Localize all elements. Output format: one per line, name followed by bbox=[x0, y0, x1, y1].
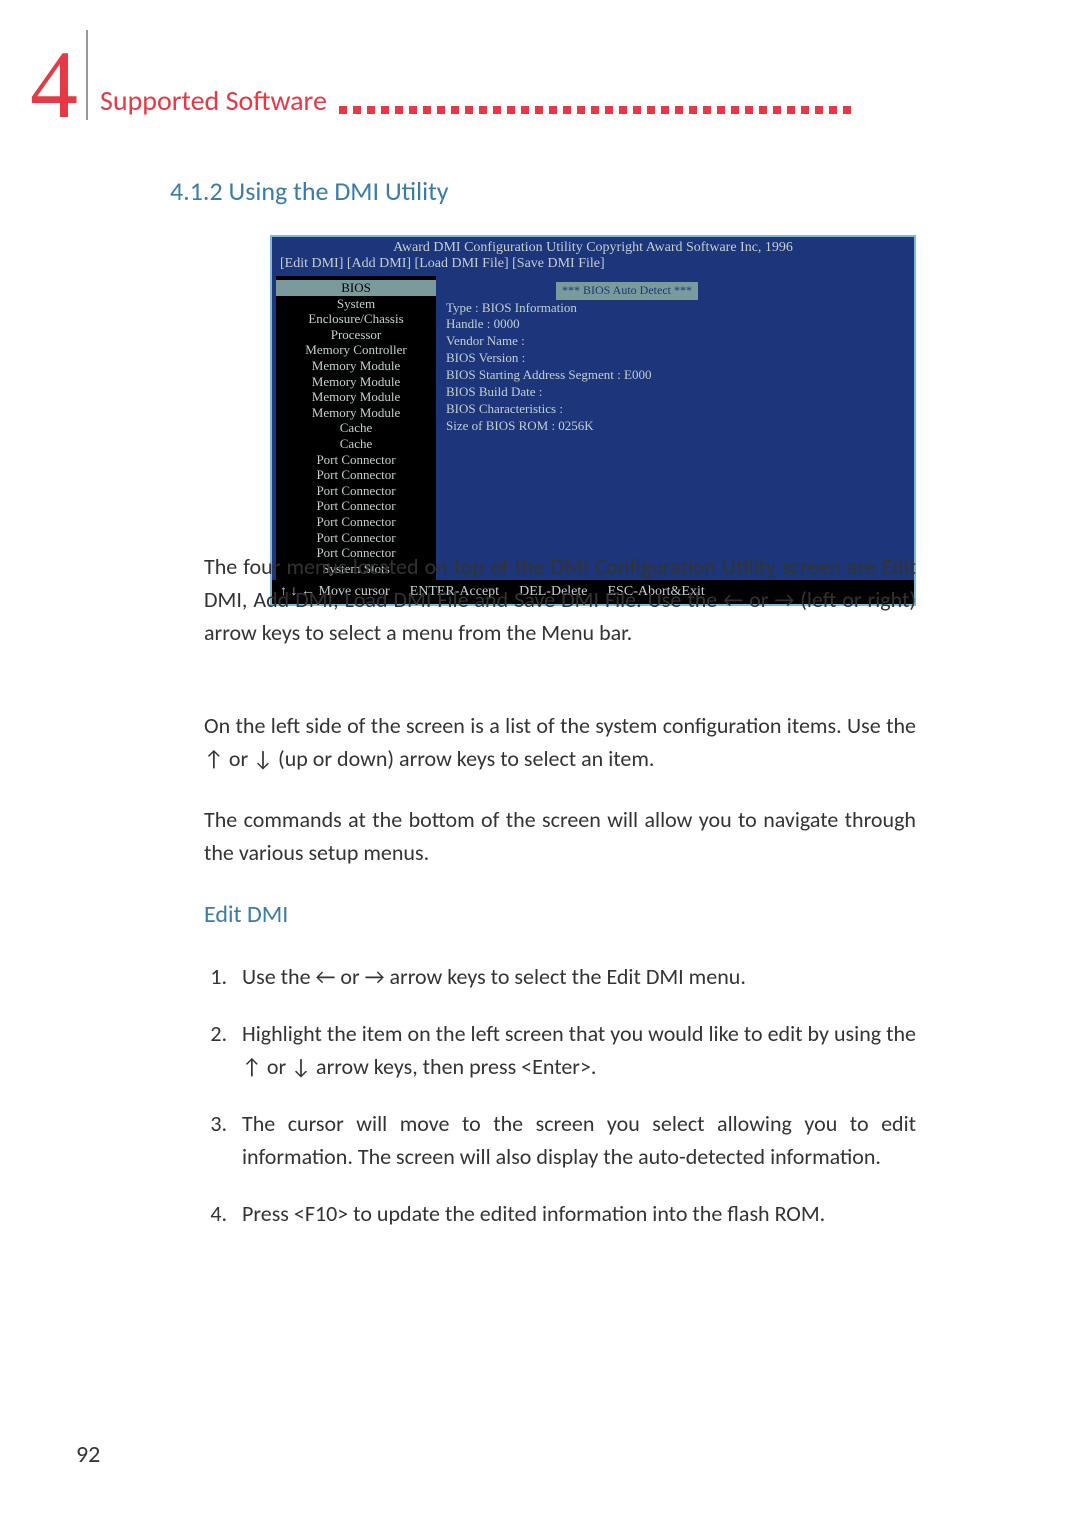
utility-info-line: Size of BIOS ROM : 0256K bbox=[446, 418, 900, 435]
list-item: The cursor will move to the screen you s… bbox=[232, 1107, 916, 1173]
utility-item: Port Connector bbox=[276, 483, 436, 499]
utility-info-line: Handle : 0000 bbox=[446, 316, 900, 333]
list-item: Use the ← or → arrow keys to select the … bbox=[232, 960, 916, 993]
utility-item: Memory Module bbox=[276, 358, 436, 374]
utility-item: Port Connector bbox=[276, 514, 436, 530]
auto-detect-badge: *** BIOS Auto Detect *** bbox=[556, 282, 698, 300]
utility-left-panel: BIOS System Enclosure/Chassis Processor … bbox=[276, 276, 436, 580]
utility-info-line: BIOS Build Date : bbox=[446, 384, 900, 401]
paragraph-2: On the left side of the screen is a list… bbox=[204, 709, 916, 775]
utility-item: Cache bbox=[276, 436, 436, 452]
list-item: Highlight the item on the left screen th… bbox=[232, 1017, 916, 1083]
utility-header: Award DMI Configuration Utility Copyrigh… bbox=[272, 237, 914, 256]
utility-item: Port Connector bbox=[276, 452, 436, 468]
utility-item: Port Connector bbox=[276, 498, 436, 514]
chapter-header: 4 Supported Software bbox=[30, 30, 851, 128]
utility-item: Memory Module bbox=[276, 374, 436, 390]
utility-info-line: Type : BIOS Information bbox=[446, 300, 900, 317]
utility-info-line: BIOS Characteristics : bbox=[446, 401, 900, 418]
page-number: 92 bbox=[76, 1440, 100, 1469]
utility-right-panel: *** BIOS Auto Detect *** Type : BIOS Inf… bbox=[436, 276, 910, 580]
list-item: Press <F10> to update the edited informa… bbox=[232, 1197, 916, 1230]
paragraph-3: The commands at the bottom of the screen… bbox=[204, 803, 916, 869]
utility-item: Cache bbox=[276, 420, 436, 436]
utility-item: System bbox=[276, 296, 436, 312]
utility-item: Processor bbox=[276, 327, 436, 343]
utility-info-line: BIOS Version : bbox=[446, 350, 900, 367]
utility-info-line: BIOS Starting Address Segment : E000 bbox=[446, 367, 900, 384]
sub-heading-edit-dmi: Edit DMI bbox=[204, 900, 288, 929]
utility-item: Memory Module bbox=[276, 389, 436, 405]
chapter-title: Supported Software bbox=[100, 83, 327, 118]
utility-menu-bar: [Edit DMI] [Add DMI] [Load DMI File] [Sa… bbox=[272, 256, 914, 276]
chapter-number: 4 bbox=[30, 42, 78, 128]
utility-item: Port Connector bbox=[276, 530, 436, 546]
paragraph-1: The four menus located on top of the DMI… bbox=[204, 550, 916, 649]
decorative-dots bbox=[339, 106, 851, 114]
utility-item: Enclosure/Chassis bbox=[276, 311, 436, 327]
utility-item: Memory Module bbox=[276, 405, 436, 421]
utility-item: Port Connector bbox=[276, 467, 436, 483]
chapter-divider bbox=[86, 30, 88, 120]
utility-item-selected: BIOS bbox=[276, 280, 436, 296]
utility-body: BIOS System Enclosure/Chassis Processor … bbox=[272, 276, 914, 580]
utility-info-line: Vendor Name : bbox=[446, 333, 900, 350]
edit-dmi-steps: Use the ← or → arrow keys to select the … bbox=[204, 960, 916, 1254]
section-title: 4.1.2 Using the DMI Utility bbox=[170, 175, 449, 207]
utility-item: Memory Controller bbox=[276, 342, 436, 358]
